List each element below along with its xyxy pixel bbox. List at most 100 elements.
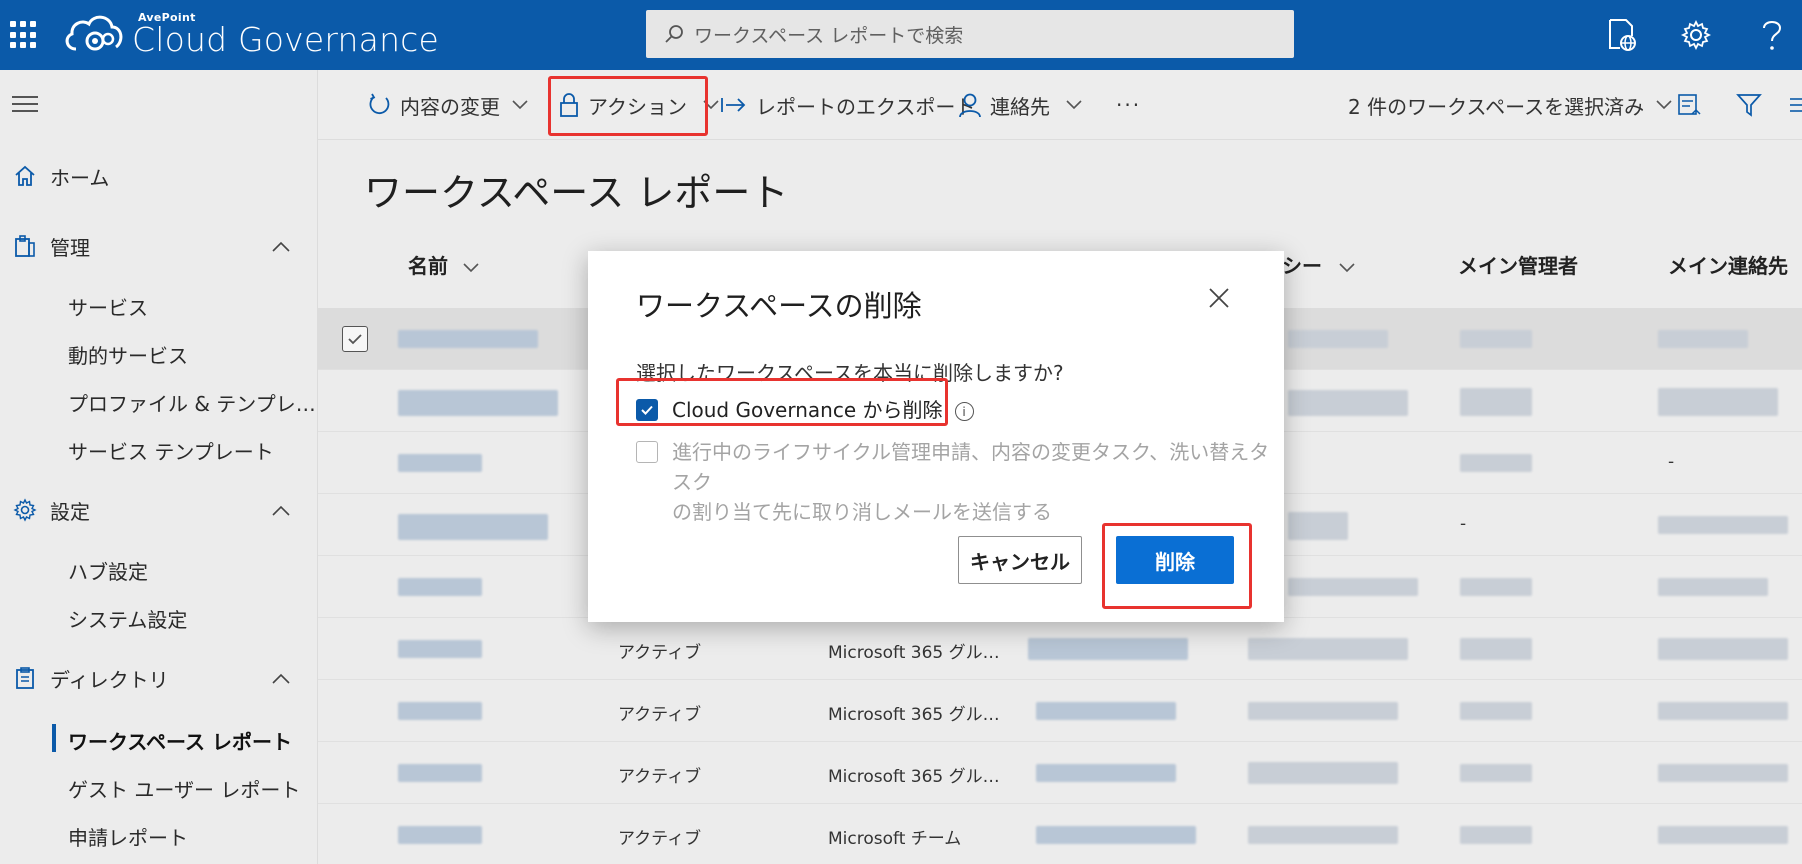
chevron-down-icon (1066, 100, 1082, 110)
table-row[interactable]: アクティブ Microsoft 365 グル… (318, 618, 1802, 680)
redacted-admin (1460, 826, 1532, 844)
column-settings-icon[interactable] (1676, 70, 1710, 140)
globe-document-icon[interactable] (1602, 15, 1642, 55)
export-report-button[interactable]: レポートのエクスポート (720, 70, 975, 140)
contact-button[interactable]: 連絡先 (958, 70, 1090, 140)
contact-cell: - (1668, 452, 1675, 472)
send-cancellation-email-option: 進行中のライフサイクル管理申請、内容の変更タスク、洗い替えタスク の割り当て先に… (636, 440, 1284, 527)
search-placeholder: ワークスペース レポートで検索 (694, 24, 964, 47)
redacted-name (398, 454, 482, 472)
page-title: ワークスペース レポート (364, 171, 789, 215)
sidebar-subitem-service-templates[interactable]: サービス テンプレート (68, 436, 274, 465)
type-cell: Microsoft 365 グル… (828, 767, 1000, 787)
filter-icon[interactable] (1736, 70, 1770, 140)
redacted-cell (1288, 330, 1388, 348)
refresh-icon (369, 93, 390, 115)
app-launcher-icon[interactable] (10, 21, 38, 49)
info-icon[interactable]: i (954, 402, 974, 421)
table-row[interactable]: アクティブ Microsoft 365 グル… (318, 680, 1802, 742)
redacted-contact (1658, 516, 1788, 534)
change-content-label: 内容の変更 (400, 94, 500, 119)
chevron-down-icon (1656, 100, 1672, 110)
chevron-up-icon[interactable] (272, 234, 290, 258)
clipboard-icon (12, 233, 38, 259)
admin-cell: - (1460, 514, 1467, 534)
redacted-email (1028, 638, 1188, 660)
change-content-button[interactable]: 内容の変更 (366, 70, 536, 140)
column-header-primary-contact[interactable]: メイン連絡先 (1668, 250, 1788, 279)
redacted-admin (1460, 578, 1532, 596)
active-indicator (52, 724, 56, 752)
sidebar-item-label: ディレクトリ (50, 667, 169, 692)
send-email-checkbox (636, 441, 658, 463)
column-header-label: 名前 (408, 254, 448, 278)
hamburger-menu-icon[interactable] (12, 96, 38, 117)
redacted-contact (1658, 826, 1788, 844)
person-icon (959, 93, 981, 118)
redacted-name (398, 390, 558, 416)
redacted-contact (1658, 638, 1788, 660)
column-header-name[interactable]: 名前 (408, 250, 479, 279)
sidebar-subitem-hub-settings[interactable]: ハブ設定 (68, 556, 148, 585)
redacted-name (398, 702, 482, 720)
sidebar-subitem-request-report[interactable]: 申請レポート (68, 822, 188, 851)
redacted-admin (1460, 454, 1532, 472)
settings-gear-icon[interactable] (1676, 15, 1716, 55)
search-input[interactable]: ワークスペース レポートで検索 (646, 10, 1294, 58)
sidebar-subitem-profiles-templates[interactable]: プロファイル & テンプレ… (68, 388, 316, 417)
column-header-label: シー (1282, 254, 1322, 278)
option-highlight-box (616, 378, 948, 426)
chevron-up-icon[interactable] (272, 498, 290, 522)
send-email-label-line1: 進行中のライフサイクル管理申請、内容の変更タスク、洗い替えタスク (672, 440, 1270, 494)
sidebar-item-label: 設定 (50, 499, 90, 524)
redacted-admin (1460, 330, 1532, 348)
sidebar-item-directory[interactable]: ディレクトリ (0, 654, 318, 702)
close-icon[interactable] (1206, 285, 1232, 311)
status-cell: アクティブ (618, 767, 702, 787)
column-header-primary-admin[interactable]: メイン管理者 (1458, 250, 1578, 279)
more-options-button[interactable]: ··· (1116, 70, 1141, 140)
table-row[interactable]: アクティブ Microsoft 365 グル… (318, 742, 1802, 804)
status-cell: アクティブ (618, 643, 702, 663)
redacted-contact (1658, 578, 1768, 596)
search-icon (665, 25, 683, 43)
sidebar: ホーム 管理 サービス 動的サービス プロファイル & テンプレ… サービス テ… (0, 70, 318, 864)
sidebar-item-home[interactable]: ホーム (0, 152, 318, 200)
chevron-down-icon (463, 263, 479, 273)
redacted-name (398, 330, 538, 348)
status-cell: アクティブ (618, 705, 702, 725)
redacted-cell (1248, 762, 1398, 784)
type-cell: Microsoft チーム (828, 829, 962, 849)
redacted-name (398, 764, 482, 782)
row-checkbox[interactable] (342, 326, 368, 352)
redacted-name (398, 640, 482, 658)
help-icon[interactable] (1752, 15, 1792, 55)
sidebar-subitem-dynamic-services[interactable]: 動的サービス (68, 340, 188, 369)
delete-workspace-dialog: ワークスペースの削除 選択したワークスペースを本当に削除しますか? Cloud … (588, 251, 1284, 622)
selected-count-dropdown[interactable]: 2 件のワークスペースを選択済み (1348, 70, 1680, 140)
action-highlight-box (548, 76, 708, 136)
selected-count-label: 2 件のワークスペースを選択済み (1348, 94, 1645, 119)
sidebar-item-settings[interactable]: 設定 (0, 486, 318, 534)
redacted-admin (1460, 764, 1532, 782)
redacted-cell (1288, 512, 1348, 540)
chevron-up-icon[interactable] (272, 666, 290, 690)
redacted-admin (1460, 388, 1532, 416)
send-email-label-line2: の割り当て先に取り消しメールを送信する (672, 500, 1052, 524)
sidebar-subitem-workspace-report[interactable]: ワークスペース レポート (68, 726, 292, 755)
view-list-icon[interactable] (1790, 70, 1802, 140)
cancel-button[interactable]: キャンセル (958, 536, 1082, 584)
sidebar-item-management[interactable]: 管理 (0, 222, 318, 270)
sidebar-subitem-guest-user-report[interactable]: ゲスト ユーザー レポート (68, 774, 300, 803)
column-header-policy[interactable]: シー (1282, 250, 1355, 279)
redacted-name (398, 514, 548, 540)
sidebar-subitem-system-settings[interactable]: システム設定 (68, 604, 187, 633)
redacted-cell (1288, 390, 1408, 416)
contact-label: 連絡先 (990, 94, 1050, 119)
redacted-contact (1658, 388, 1778, 416)
delete-highlight-box (1102, 523, 1252, 609)
sidebar-subitem-services[interactable]: サービス (68, 292, 148, 321)
chevron-down-icon (1339, 263, 1355, 273)
table-row[interactable]: アクティブ Microsoft チーム (318, 804, 1802, 864)
top-bar: AvePoint Cloud Governance ワークスペース レポートで検… (0, 0, 1802, 70)
